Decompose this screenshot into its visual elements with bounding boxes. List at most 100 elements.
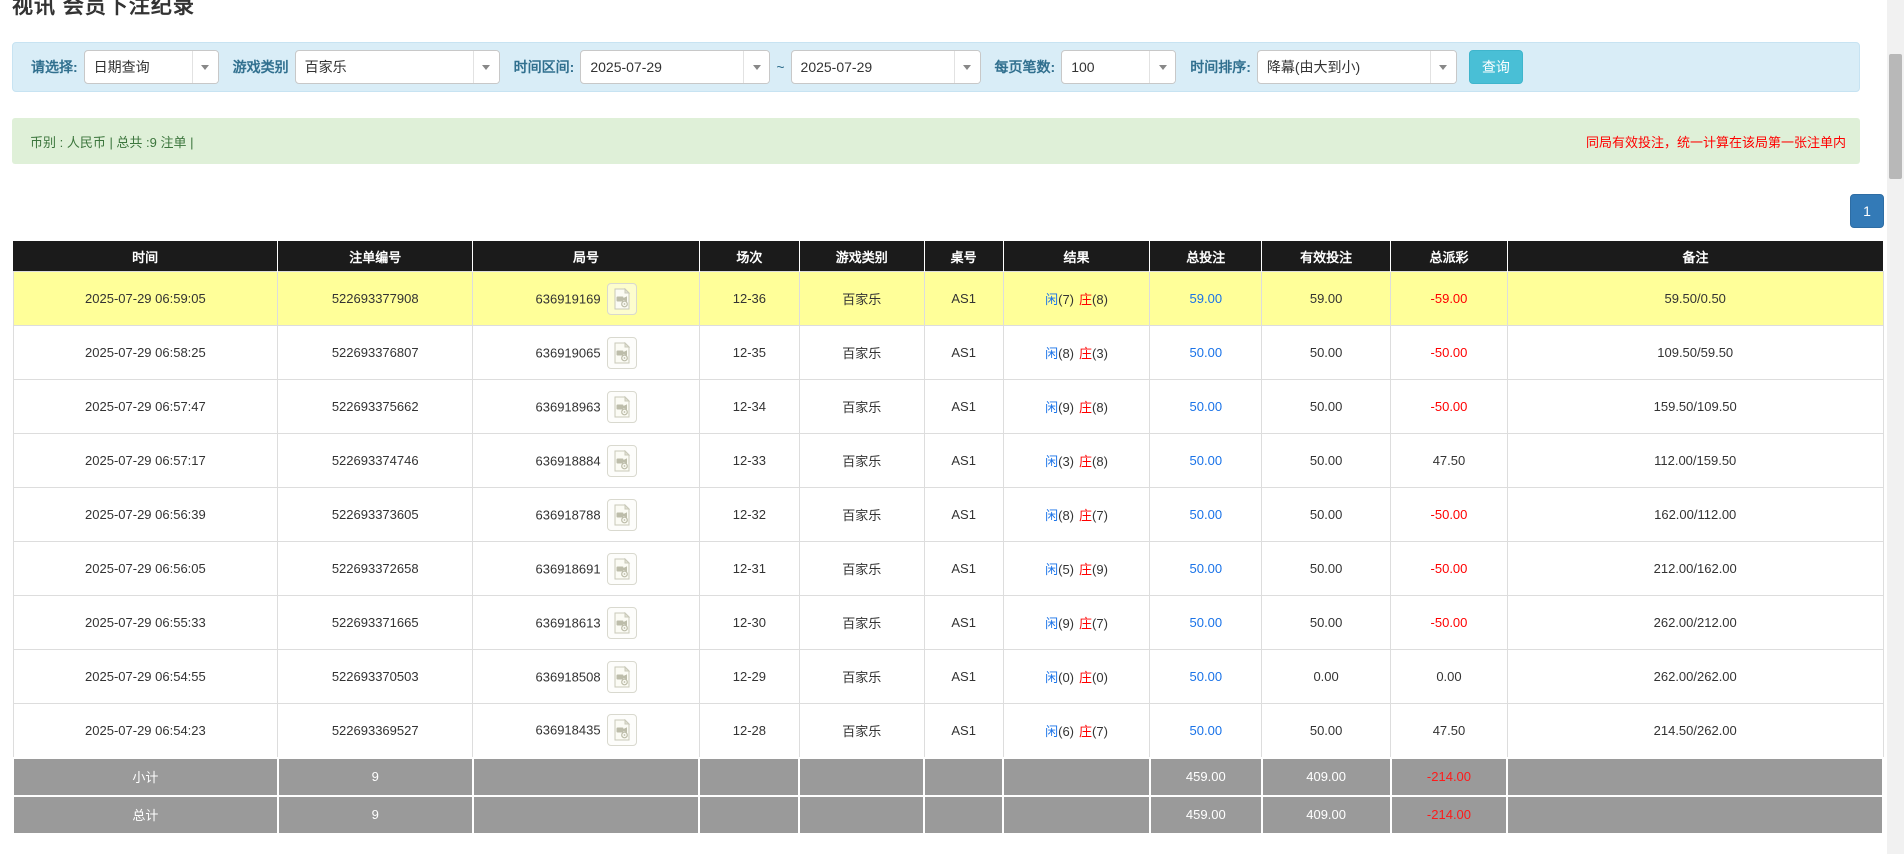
cell-payout: -50.00 [1390, 595, 1508, 650]
cell-bet-id: 522693372658 [277, 541, 474, 596]
header-table-no: 桌号 [924, 241, 1004, 272]
video-replay-button[interactable] [606, 498, 637, 531]
chevron-down-icon[interactable] [953, 51, 980, 83]
cell-table-no: AS1 [923, 271, 1004, 326]
table-row: 2025-07-29 06:56:05 522693372658 6369186… [12, 541, 1884, 596]
vertical-scrollbar[interactable] [1887, 0, 1904, 854]
header-result: 结果 [1003, 241, 1151, 272]
page-title-wrap: 视讯 会员下注纪录 [12, 0, 1904, 22]
cell-game-type: 百家乐 [798, 703, 925, 758]
header-valid-bet: 有效投注 [1261, 241, 1392, 272]
video-replay-icon [614, 395, 630, 417]
video-replay-icon [614, 287, 630, 309]
result-player: 闲 [1045, 346, 1059, 361]
valid-bet-notice-text: 同局有效投注，统一计算在该局第一张注单内 [1585, 134, 1846, 150]
chevron-down-icon[interactable] [1149, 51, 1176, 83]
result-banker: 庄 [1079, 400, 1093, 415]
date-from-picker[interactable]: 2025-07-29 [580, 50, 771, 84]
header-total-bet: 总投注 [1149, 241, 1263, 272]
cell-game-type: 百家乐 [798, 379, 925, 434]
query-type-select[interactable]: 日期查询 [83, 50, 219, 84]
video-replay-button[interactable] [606, 552, 637, 585]
video-replay-icon [614, 449, 630, 471]
header-time: 时间 [13, 241, 279, 272]
result-banker: 庄 [1079, 670, 1093, 685]
video-replay-button[interactable] [606, 336, 637, 369]
table-row: 2025-07-29 06:54:55 522693370503 6369185… [12, 649, 1884, 704]
cell-table-no: AS1 [923, 379, 1004, 434]
video-replay-button[interactable] [606, 282, 637, 315]
video-replay-button[interactable] [606, 390, 637, 423]
result-player-points: (5) [1058, 562, 1074, 577]
sort-order-select[interactable]: 降幕(由大到小) [1256, 50, 1457, 84]
cell-game-type: 百家乐 [798, 433, 925, 488]
video-replay-button[interactable] [606, 660, 637, 693]
cell-remark: 159.50/109.50 [1506, 379, 1884, 434]
game-type-select[interactable]: 百家乐 [294, 50, 500, 84]
total-count: 9 [276, 794, 474, 835]
page-1-button[interactable]: 1 [1850, 194, 1884, 228]
cell-remark: 59.50/0.50 [1506, 271, 1884, 326]
cell-bet-id: 522693370503 [277, 649, 474, 704]
cell-result: 闲(8) 庄(3) [1002, 325, 1151, 380]
round-number: 636919065 [535, 345, 601, 360]
result-banker: 庄 [1079, 562, 1093, 577]
total-payout: -214.00 [1389, 794, 1509, 835]
currency-total-text: 币别 : 人民币 | 总共 :9 注单 | [30, 134, 194, 150]
round-number: 636918884 [535, 453, 601, 468]
result-player: 闲 [1045, 292, 1059, 307]
date-to-value: 2025-07-29 [800, 59, 873, 75]
date-to-picker[interactable]: 2025-07-29 [790, 50, 981, 84]
sort-order-label: 时间排序: [1190, 59, 1251, 75]
search-button[interactable]: 查询 [1468, 50, 1523, 84]
cell-payout: -50.00 [1390, 325, 1508, 380]
total-row: 总计 9 459.00 409.00 -214.00 [12, 794, 1884, 835]
cell-session: 12-34 [698, 379, 800, 434]
cell-session: 12-31 [698, 541, 800, 596]
cell-session: 12-32 [698, 487, 800, 542]
cell-time: 2025-07-29 06:56:05 [12, 541, 279, 596]
video-replay-button[interactable] [606, 606, 637, 639]
cell-result: 闲(7) 庄(8) [1002, 271, 1151, 326]
cell-bet-id: 522693369527 [277, 703, 474, 758]
cell-remark: 262.00/212.00 [1506, 595, 1884, 650]
result-player-points: (9) [1058, 400, 1074, 415]
round-number: 636918613 [535, 615, 601, 630]
video-replay-button[interactable] [606, 444, 637, 477]
cell-result: 闲(6) 庄(7) [1002, 703, 1151, 758]
header-game-type: 游戏类别 [799, 241, 925, 272]
chevron-down-icon[interactable] [743, 51, 770, 83]
cell-valid-bet: 59.00 [1261, 271, 1392, 326]
cell-remark: 212.00/162.00 [1506, 541, 1884, 596]
chevron-down-icon[interactable] [472, 51, 499, 83]
cell-round-id: 636919065 [472, 325, 700, 380]
cell-game-type: 百家乐 [798, 487, 925, 542]
table-row: 2025-07-29 06:57:47 522693375662 6369189… [12, 379, 1884, 434]
chevron-down-icon[interactable] [191, 51, 218, 83]
result-banker: 庄 [1079, 346, 1093, 361]
cell-round-id: 636918691 [472, 541, 700, 596]
result-banker-points: (7) [1092, 616, 1108, 631]
video-replay-icon [614, 557, 630, 579]
video-replay-button[interactable] [606, 714, 637, 747]
result-banker-points: (9) [1092, 562, 1108, 577]
cell-game-type: 百家乐 [798, 325, 925, 380]
cell-round-id: 636918788 [472, 487, 700, 542]
scrollbar-thumb[interactable] [1889, 54, 1902, 179]
cell-result: 闲(8) 庄(7) [1002, 487, 1151, 542]
per-page-select[interactable]: 100 [1061, 50, 1177, 84]
chevron-down-icon[interactable] [1429, 51, 1456, 83]
summary-bar: 币别 : 人民币 | 总共 :9 注单 | 同局有效投注，统一计算在该局第一张注… [12, 118, 1860, 164]
table-row: 2025-07-29 06:55:33 522693371665 6369186… [12, 595, 1884, 650]
result-banker-points: (7) [1092, 723, 1108, 739]
per-page-label: 每页笔数: [994, 59, 1056, 75]
cell-table-no: AS1 [923, 487, 1004, 542]
cell-round-id: 636918508 [472, 649, 700, 704]
result-player: 闲 [1045, 616, 1059, 631]
cell-table-no: AS1 [923, 703, 1004, 758]
result-player-points: (9) [1058, 616, 1074, 631]
result-banker: 庄 [1079, 723, 1093, 739]
result-player-points: (7) [1058, 292, 1074, 307]
subtotal-total-bet: 459.00 [1148, 756, 1263, 797]
cell-time: 2025-07-29 06:55:33 [12, 595, 279, 650]
